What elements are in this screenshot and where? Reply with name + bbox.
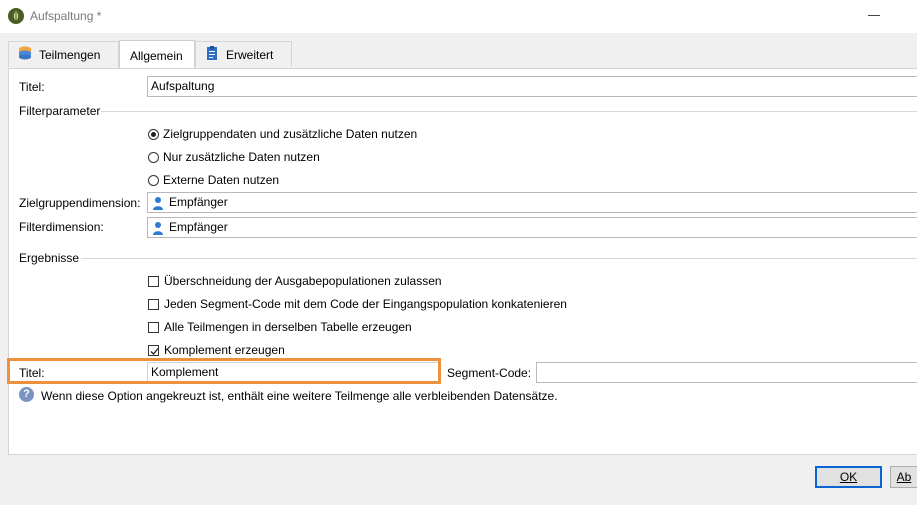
person-icon <box>153 221 163 235</box>
radio-label: Externe Daten nutzen <box>163 173 280 187</box>
checkbox-label: Alle Teilmengen in derselben Tabelle erz… <box>164 320 412 334</box>
ok-button-label: OK <box>839 470 858 484</box>
checkbox-same-table[interactable]: Alle Teilmengen in derselben Tabelle erz… <box>148 320 412 334</box>
checkbox[interactable] <box>148 344 159 356</box>
highlight-frame <box>7 358 441 384</box>
tab-label: Erweitert <box>226 47 274 62</box>
radio-button[interactable] <box>148 174 159 186</box>
radio-additional-only[interactable]: Nur zusätzliche Daten nutzen <box>148 150 320 164</box>
clipboard-icon <box>204 45 220 64</box>
filter-dimension-value: Empfänger <box>169 220 228 234</box>
checkmark-icon <box>150 347 159 355</box>
checkbox[interactable] <box>148 321 159 333</box>
filter-dimension-field[interactable]: Empfänger <box>147 217 917 238</box>
info-icon: ? <box>19 387 34 402</box>
radio-button[interactable] <box>148 151 159 163</box>
section-divider <box>101 111 917 112</box>
radio-label: Zielgruppendaten und zusätzliche Daten n… <box>163 127 418 141</box>
tab-allgemein[interactable]: Allgemein <box>119 40 195 70</box>
radio-target-and-additional[interactable]: Zielgruppendaten und zusätzliche Daten n… <box>148 127 417 141</box>
filter-dimension-label: Filterdimension: <box>19 220 104 234</box>
checkbox-concatenate-codes[interactable]: Jeden Segment-Code mit dem Code der Eing… <box>148 297 567 311</box>
segment-code-label: Segment-Code: <box>447 366 532 380</box>
dialog-client-area: Teilmengen Allgemein Erweitert Titel: Au… <box>0 33 917 505</box>
radio-button[interactable] <box>148 128 159 140</box>
title-bar: Aufspaltung * <box>0 0 917 33</box>
tab-label: Allgemein <box>130 48 183 63</box>
tab-erweitert[interactable]: Erweitert <box>195 41 292 67</box>
target-dimension-label: Zielgruppendimension: <box>19 196 141 210</box>
checkbox-label: Überschneidung der Ausgabepopulationen z… <box>164 274 442 288</box>
checkbox-label: Komplement erzeugen <box>164 343 285 357</box>
title-input[interactable]: Aufspaltung <box>147 76 917 97</box>
radio-label: Nur zusätzliche Daten nutzen <box>163 150 320 164</box>
target-dimension-value: Empfänger <box>169 195 228 209</box>
database-icon <box>17 45 33 64</box>
cancel-button[interactable]: Ab <box>890 466 917 488</box>
tab-label: Teilmengen <box>39 47 101 62</box>
segment-code-input[interactable] <box>536 362 917 383</box>
app-logo-icon <box>8 8 24 24</box>
results-section-header: Ergebnisse <box>19 251 80 265</box>
ok-button[interactable]: OK <box>815 466 882 488</box>
checkbox-generate-complement[interactable]: Komplement erzeugen <box>148 343 285 357</box>
info-text: Wenn diese Option angekreuzt ist, enthäl… <box>41 389 558 403</box>
cancel-button-label: Ab <box>896 470 912 484</box>
tab-teilmengen[interactable]: Teilmengen <box>8 41 119 67</box>
section-divider <box>81 258 917 259</box>
checkbox[interactable] <box>148 275 159 287</box>
title-label: Titel: <box>19 80 45 94</box>
checkbox-label: Jeden Segment-Code mit dem Code der Eing… <box>164 297 567 311</box>
person-icon <box>153 196 163 210</box>
window-title: Aufspaltung * <box>30 9 102 23</box>
target-dimension-field[interactable]: Empfänger <box>147 192 917 213</box>
tab-bar: Teilmengen Allgemein Erweitert <box>8 40 917 70</box>
tab-panel-allgemein: Titel: Aufspaltung Filterparameter Zielg… <box>8 68 917 455</box>
filter-section-header: Filterparameter <box>19 104 101 118</box>
minimize-button[interactable] <box>868 15 880 16</box>
checkbox-allow-overlap[interactable]: Überschneidung der Ausgabepopulationen z… <box>148 274 442 288</box>
radio-external-data[interactable]: Externe Daten nutzen <box>148 173 279 187</box>
checkbox[interactable] <box>148 298 159 310</box>
